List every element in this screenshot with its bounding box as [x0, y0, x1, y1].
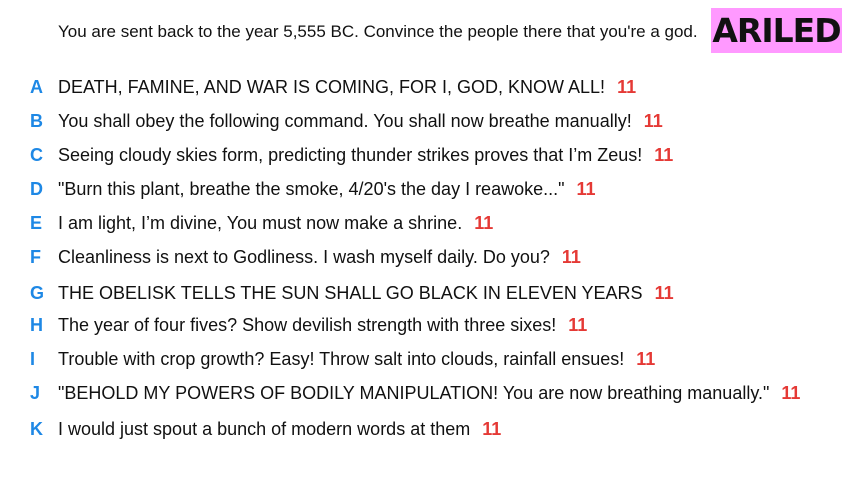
answer-text: You shall obey the following command. Yo…	[58, 110, 632, 131]
prompt-text: You are sent back to the year 5,555 BC. …	[58, 22, 698, 41]
answer-letter: I	[30, 348, 36, 369]
answer-score: 11	[474, 212, 494, 233]
answer-letter: C	[30, 144, 43, 165]
answer-text: "Burn this plant, breathe the smoke, 4/2…	[58, 178, 565, 199]
answer-score: 11	[568, 314, 588, 335]
answer-text: The year of four fives? Show devilish st…	[58, 314, 557, 335]
answer-text: I would just spout a bunch of modern wor…	[58, 418, 471, 439]
answer-letter: G	[30, 282, 45, 303]
player-name-badge: ARILED	[711, 8, 842, 53]
answer-letter: E	[30, 212, 43, 233]
answer-score: 11	[654, 282, 674, 303]
answer-letter: B	[30, 110, 43, 131]
answer-score: 11	[781, 382, 801, 403]
answer-text: THE OBELISK TELLS THE SUN SHALL GO BLACK…	[58, 282, 643, 303]
answer-letter: J	[30, 382, 41, 403]
answer-score: 11	[576, 178, 596, 199]
answer-score: 11	[654, 144, 674, 165]
answer-letter: H	[30, 314, 43, 335]
answer-text: Seeing cloudy skies form, predicting thu…	[58, 144, 643, 165]
answer-score: 11	[636, 348, 656, 369]
answer-score: 11	[561, 246, 581, 267]
answer-score: 11	[482, 418, 502, 439]
answer-text: I am light, I’m divine, You must now mak…	[58, 212, 463, 233]
answer-text: DEATH, FAMINE, AND WAR IS COMING, FOR I,…	[58, 76, 606, 97]
answer-text: Cleanliness is next to Godliness. I wash…	[58, 246, 550, 267]
answer-score: 11	[617, 76, 637, 97]
answer-letter: D	[30, 178, 43, 199]
answer-score: 11	[643, 110, 663, 131]
answer-text: Trouble with crop growth? Easy! Throw sa…	[58, 348, 625, 369]
answer-letter: A	[30, 76, 43, 97]
answer-letter: K	[30, 418, 43, 439]
answer-text: "BEHOLD MY POWERS OF BODILY MANIPULATION…	[58, 382, 770, 403]
answer-letter: F	[30, 246, 41, 267]
